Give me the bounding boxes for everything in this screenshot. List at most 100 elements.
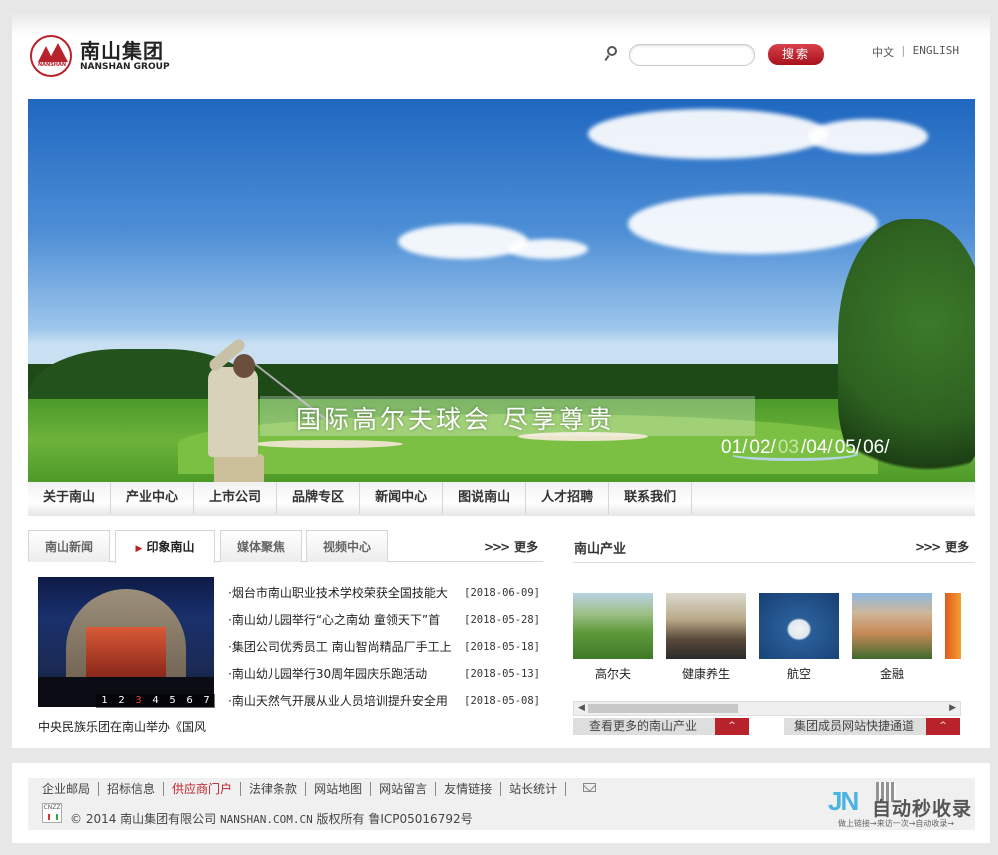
industry-carousel: 高尔夫 健康养生 航空 金融 [573,593,961,688]
nav-item-brand[interactable]: 品牌专区 [277,482,361,514]
banner-page-1[interactable]: 01/ [721,437,747,458]
list-item[interactable]: ·烟台市南山职业技术学校荣获全国技能大 [2018-06-09] [228,583,540,610]
watermark: JN 自动秒收录 做上链接→来访一次→自动收录→ [828,780,980,830]
golf-course-thumb-icon [573,593,653,659]
photo-page[interactable]: 1 [96,694,113,708]
divider [573,562,975,563]
industry-more-label: 更多 [945,540,970,554]
footer-link-stats[interactable]: 站长统计 [501,782,567,796]
footer-link-message[interactable]: 网站留言 [371,782,437,796]
tab-nanshan-news[interactable]: 南山新闻 [28,530,110,562]
golfer-body [208,367,258,457]
news-more-link[interactable]: >>> 更多 [484,538,538,555]
news-list: ·烟台市南山职业技术学校荣获全国技能大 [2018-06-09] ·南山幼儿园举行… [228,583,540,718]
news-date: [2018-05-13] [464,668,540,680]
language-switcher: 中文 | ENGLISH [872,44,959,60]
news-date: [2018-05-08] [464,695,540,707]
copyright: © 2014 南山集团有限公司 NANSHAN.COM.CN 版权所有 鲁ICP… [70,810,473,827]
tab-impression-label: 印象南山 [146,540,195,554]
member-sites-bar[interactable]: 集团成员网站快捷通道 ^ [784,718,960,735]
industry-label: 航空 [786,667,811,681]
footer-link-legal[interactable]: 法律条款 [241,782,307,796]
industry-label: 健康养生 [681,667,730,681]
banner-page-5[interactable]: 05/ [835,437,861,458]
lang-en-link[interactable]: ENGLISH [913,44,959,60]
more-industries-bar[interactable]: 查看更多的南山产业 ^ [573,718,749,735]
industry-item-health[interactable]: 健康养生 [666,593,746,682]
industry-more-link[interactable]: >>> 更多 [915,538,969,555]
nav-item-industry[interactable]: 产业中心 [111,482,195,514]
scroll-left-arrow-icon[interactable]: ◀ [578,702,585,715]
nav-item-about[interactable]: 关于南山 [28,482,112,514]
banner-page-2[interactable]: 02/ [749,437,775,458]
logo-en: NANSHAN GROUP [80,61,170,72]
news-more-label: 更多 [514,540,539,554]
caret-up-icon[interactable]: ^ [715,718,749,735]
industry-item-finance[interactable]: 金融 [852,593,932,682]
lang-separator: | [900,44,907,57]
nav-item-gallery[interactable]: 图说南山 [443,482,527,514]
list-item[interactable]: ·南山幼儿园举行30周年园庆乐跑活动 [2018-05-13] [228,664,540,691]
photo-page[interactable]: 7 [198,694,215,708]
news-photo[interactable] [38,577,214,707]
search-input[interactable] [629,44,755,66]
member-sites-label: 集团成员网站快捷通道 [794,719,915,733]
photo-page[interactable]: 5 [164,694,181,708]
footer-link-friends[interactable]: 友情链接 [436,782,502,796]
news-tabs: 南山新闻 ▶ 印象南山 媒体聚焦 视频中心 [28,530,543,563]
industry-item-aviation[interactable]: 航空 [759,593,839,682]
photo-page[interactable]: 6 [181,694,198,708]
scroll-right-arrow-icon[interactable]: ▶ [949,702,956,715]
industry-scrollbar[interactable]: ◀ ▶ [573,701,961,716]
copyright-suffix: 版权所有 鲁ICP05016792号 [316,812,473,826]
list-item[interactable]: ·集团公司优秀员工 南山智尚精品厂手工上 [2018-05-18] [228,637,540,664]
banner-page-6[interactable]: 06/ [863,437,889,458]
industry-item-golf[interactable]: 高尔夫 [573,593,653,682]
nav-item-news[interactable]: 新闻中心 [360,482,444,514]
photo-page-active[interactable]: 3 [130,694,147,708]
nav-item-listed[interactable]: 上市公司 [194,482,278,514]
copyright-domain: NANSHAN.COM.CN [220,813,313,826]
logo[interactable]: NANSHAN 南山集团 NANSHAN GROUP [30,35,170,77]
lang-cn-link[interactable]: 中文 [872,44,894,60]
scroll-thumb[interactable] [588,704,738,713]
footer-link-bidding[interactable]: 招标信息 [99,782,165,796]
building-thumb-icon [852,593,932,659]
list-item[interactable]: ·南山幼儿园举行“心之南幼 童领天下”首 [2018-05-28] [228,610,540,637]
industry-item-partial[interactable] [945,593,961,659]
mail-icon[interactable] [583,783,596,792]
cloud [508,239,588,259]
caret-up-icon[interactable]: ^ [926,718,960,735]
banner-page-4[interactable]: /04/ [801,437,833,458]
search-icon [604,46,618,62]
industry-label: 金融 [879,667,904,681]
watermark-logo: JN [828,786,859,816]
photo-page[interactable]: 2 [113,694,130,708]
tab-video[interactable]: 视频中心 [306,530,388,562]
footer-link-supplier[interactable]: 供应商门户 [164,782,242,796]
nav-item-jobs[interactable]: 人才招聘 [526,482,610,514]
logo-cn: 南山集团 [80,38,164,63]
banner-slideshow[interactable]: 国际高尔夫球会 尽享尊贵 01/02/03/04/05/06/ [28,99,975,482]
photo-page[interactable]: 4 [147,694,164,708]
banner-caption: 国际高尔夫球会 尽享尊贵 [296,405,615,434]
nav-item-contact[interactable]: 联系我们 [609,482,693,514]
news-date: [2018-05-18] [464,641,540,653]
search-button[interactable]: 搜索 [768,44,824,65]
tab-media[interactable]: 媒体聚焦 [220,530,302,562]
news-title[interactable]: ·南山天然气开展从业人员培训提升安全用 [228,691,456,718]
list-item[interactable]: ·南山天然气开展从业人员培训提升安全用 [2018-05-08] [228,691,540,718]
footer-link-sitemap[interactable]: 网站地图 [306,782,372,796]
news-title[interactable]: ·烟台市南山职业技术学校荣获全国技能大 [228,583,456,610]
footer-links: 企业邮局 招标信息 供应商门户 法律条款 网站地图 网站留言 友情链接 站长统计 [42,782,567,796]
news-title[interactable]: ·南山幼儿园举行30周年园庆乐跑活动 [228,664,456,691]
news-title[interactable]: ·集团公司优秀员工 南山智尚精品厂手工上 [228,637,456,664]
footer-link-mail[interactable]: 企业邮局 [42,782,100,796]
photo-caption[interactable]: 中央民族乐团在南山举办《国风 [38,718,206,735]
stats-badge-icon[interactable]: CNZZ [42,803,62,823]
news-title[interactable]: ·南山幼儿园举行“心之南幼 童领天下”首 [228,610,456,637]
more-arrows-icon: >>> [484,540,510,554]
banner-page-3[interactable]: 03 [778,437,799,458]
tab-impression[interactable]: ▶ 印象南山 [115,530,215,563]
golfer-legs [214,454,264,482]
